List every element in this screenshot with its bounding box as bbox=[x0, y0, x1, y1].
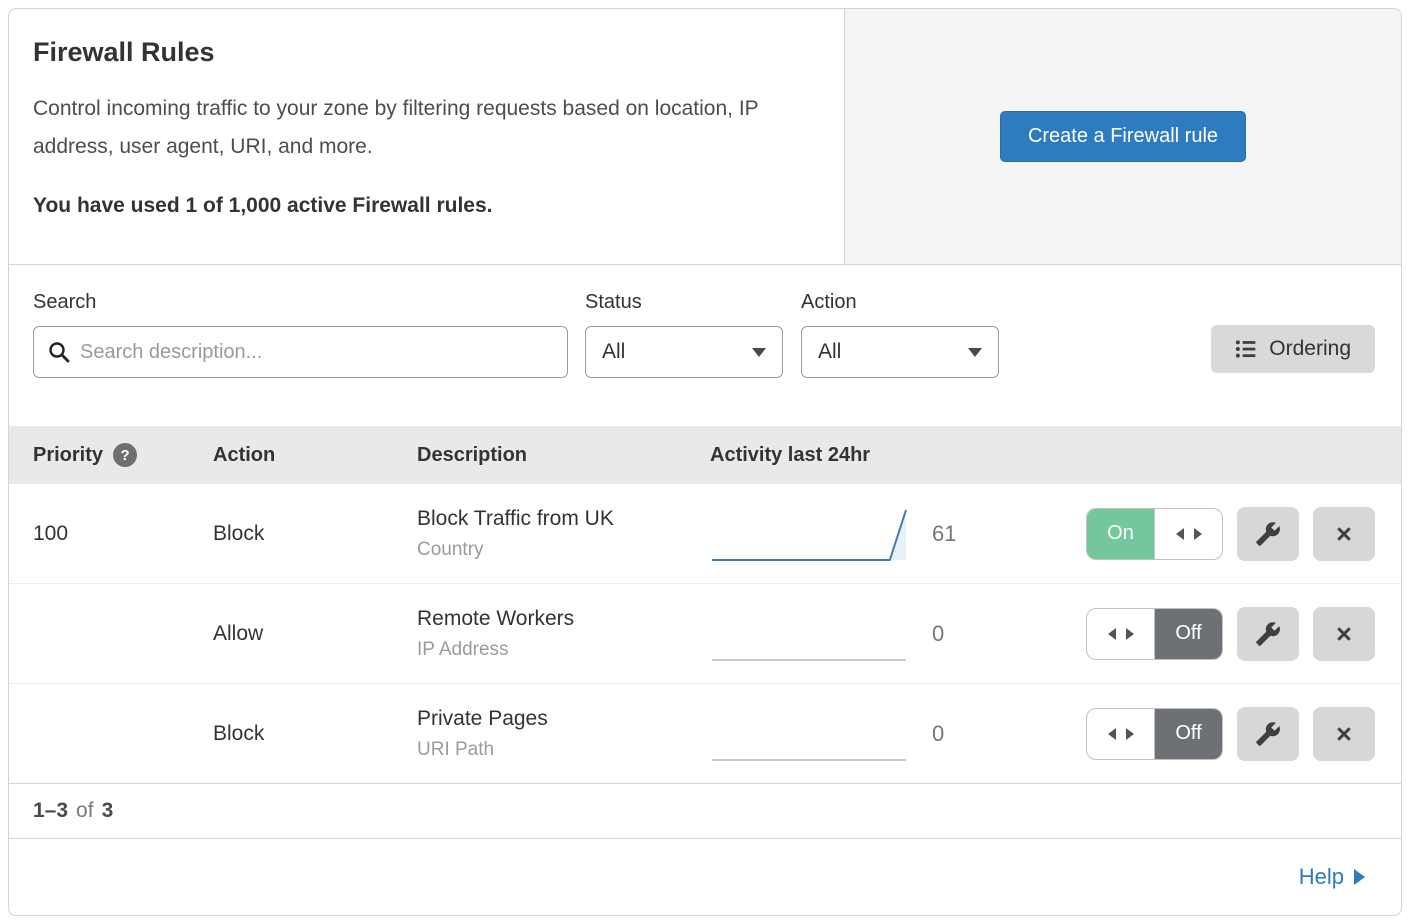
rule-type: IP Address bbox=[417, 639, 710, 661]
toggle-state-label: On bbox=[1087, 509, 1155, 559]
rule-enabled-toggle[interactable]: Off bbox=[1086, 608, 1223, 660]
rule-priority: 100 bbox=[33, 522, 68, 546]
table-row: Block Private Pages URI Path 0 Off bbox=[9, 684, 1401, 784]
toggle-drag-handle-icon[interactable] bbox=[1087, 609, 1154, 659]
column-action: Action bbox=[213, 444, 275, 466]
status-select[interactable]: All bbox=[585, 326, 783, 378]
rule-enabled-toggle[interactable]: Off bbox=[1086, 708, 1223, 760]
table-row: 100 Block Block Traffic from UK Country … bbox=[9, 484, 1401, 584]
chevron-down-icon bbox=[752, 348, 766, 357]
rule-action: Block bbox=[213, 722, 264, 745]
bottom-bar: Help bbox=[9, 839, 1401, 915]
pagination-range: 1–3 bbox=[33, 799, 68, 823]
table-header: Priority ? Action Description Activity l… bbox=[9, 426, 1401, 484]
wrench-icon bbox=[1255, 721, 1281, 747]
status-selected-value: All bbox=[602, 340, 625, 364]
ordering-button-label: Ordering bbox=[1269, 337, 1351, 361]
firewall-rules-card: Firewall Rules Control incoming traffic … bbox=[8, 8, 1402, 916]
pagination-bar: 1–3 of 3 bbox=[9, 784, 1401, 839]
page-header: Firewall Rules Control incoming traffic … bbox=[9, 9, 1401, 265]
column-activity: Activity last 24hr bbox=[710, 444, 870, 466]
toggle-drag-handle-icon[interactable] bbox=[1087, 709, 1154, 759]
usage-summary: You have used 1 of 1,000 active Firewall… bbox=[33, 194, 812, 218]
pagination-of: of bbox=[76, 799, 94, 823]
arrow-right-icon bbox=[1354, 869, 1365, 885]
create-firewall-rule-button[interactable]: Create a Firewall rule bbox=[1000, 111, 1246, 162]
wrench-icon bbox=[1255, 521, 1281, 547]
create-rule-panel: Create a Firewall rule bbox=[844, 9, 1401, 264]
pagination-total: 3 bbox=[102, 799, 114, 823]
rule-action: Block bbox=[213, 522, 264, 545]
ordering-button[interactable]: Ordering bbox=[1211, 325, 1375, 373]
activity-sparkline bbox=[710, 705, 910, 763]
search-label: Search bbox=[33, 291, 568, 314]
activity-sparkline bbox=[710, 505, 910, 563]
search-group: Search bbox=[33, 291, 568, 378]
action-select[interactable]: All bbox=[801, 326, 999, 378]
rule-type: Country bbox=[417, 539, 710, 561]
toggle-drag-handle-icon[interactable] bbox=[1155, 509, 1222, 559]
activity-count: 61 bbox=[932, 521, 956, 546]
chevron-down-icon bbox=[968, 348, 982, 357]
status-label: Status bbox=[585, 291, 783, 314]
activity-count: 0 bbox=[932, 721, 944, 746]
edit-rule-button[interactable] bbox=[1237, 507, 1299, 561]
delete-rule-button[interactable] bbox=[1313, 607, 1375, 661]
action-filter-group: Action All bbox=[801, 291, 999, 378]
action-label: Action bbox=[801, 291, 999, 314]
help-link[interactable]: Help bbox=[1299, 864, 1365, 890]
search-box bbox=[33, 326, 568, 378]
activity-count: 0 bbox=[932, 621, 944, 646]
close-icon bbox=[1332, 622, 1356, 646]
rule-action: Allow bbox=[213, 622, 263, 645]
delete-rule-button[interactable] bbox=[1313, 507, 1375, 561]
header-text-block: Firewall Rules Control incoming traffic … bbox=[9, 9, 844, 264]
activity-sparkline bbox=[710, 605, 910, 663]
edit-rule-button[interactable] bbox=[1237, 607, 1299, 661]
page-description: Control incoming traffic to your zone by… bbox=[33, 90, 803, 166]
close-icon bbox=[1332, 522, 1356, 546]
rule-type: URI Path bbox=[417, 739, 710, 761]
status-filter-group: Status All bbox=[585, 291, 783, 378]
column-description: Description bbox=[417, 444, 527, 466]
list-ordering-icon bbox=[1235, 338, 1257, 360]
action-selected-value: All bbox=[818, 340, 841, 364]
toggle-state-label: Off bbox=[1154, 709, 1222, 759]
page-title: Firewall Rules bbox=[33, 37, 812, 68]
search-input[interactable] bbox=[33, 326, 568, 378]
rule-enabled-toggle[interactable]: On bbox=[1086, 508, 1223, 560]
delete-rule-button[interactable] bbox=[1313, 707, 1375, 761]
wrench-icon bbox=[1255, 621, 1281, 647]
table-row: Allow Remote Workers IP Address 0 Off bbox=[9, 584, 1401, 684]
close-icon bbox=[1332, 722, 1356, 746]
search-icon bbox=[47, 340, 71, 364]
filter-bar: Search Status All Action All bbox=[9, 265, 1401, 426]
help-link-label: Help bbox=[1299, 864, 1344, 890]
priority-help-icon[interactable]: ? bbox=[113, 443, 137, 467]
column-priority: Priority bbox=[33, 444, 103, 467]
rule-description: Private Pages bbox=[417, 707, 710, 731]
rule-description: Block Traffic from UK bbox=[417, 507, 710, 531]
edit-rule-button[interactable] bbox=[1237, 707, 1299, 761]
rule-description: Remote Workers bbox=[417, 607, 710, 631]
toggle-state-label: Off bbox=[1154, 609, 1222, 659]
